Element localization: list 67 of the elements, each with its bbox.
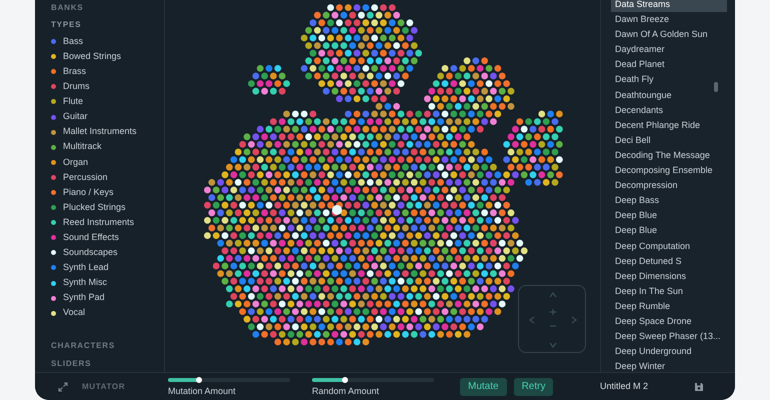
type-item[interactable]: Multitrack [63,140,102,154]
chevron-right-icon[interactable] [571,316,577,324]
type-item[interactable]: Guitar [63,110,88,124]
preset-item[interactable]: Decomposing Ensemble [611,163,727,178]
preset-item[interactable]: Deep Sweep Phaser (13... [611,329,727,344]
type-item[interactable]: Soundscapes [63,246,118,260]
type-item[interactable]: Flute [63,95,84,109]
preset-item[interactable]: Death Fly [611,72,727,88]
type-item[interactable]: Brass [63,64,86,78]
action-button[interactable]: Retry [514,378,554,396]
save-icon[interactable] [694,382,704,392]
preset-item[interactable]: Decompression [611,178,727,194]
preset-item[interactable]: Deci Bell [611,132,727,148]
preset-item[interactable]: Deep Rumble [611,298,727,314]
preset-item[interactable]: Deep Dimensions [611,268,727,284]
type-item[interactable]: Plucked Strings [63,200,126,214]
nav-pad[interactable] [518,285,586,353]
type-item[interactable]: Bowed Strings [63,50,122,64]
type-item[interactable]: Drums [63,80,90,94]
preset-item[interactable]: Daydreamer [611,42,727,58]
preset-item[interactable]: Deep Blue [611,223,727,238]
slider-fill[interactable] [168,378,198,382]
preset-item[interactable]: Deep Space Drone [611,314,727,330]
type-item[interactable]: Synth Lead [63,261,109,275]
preset-item[interactable]: Dead Planet [611,57,727,72]
section-header[interactable]: SLIDERS [51,356,164,371]
preset-item[interactable]: Data Streams [611,0,727,12]
preset-item[interactable]: Deep Detuned S [611,254,727,269]
section-header[interactable]: TYPES [51,18,164,32]
action-button[interactable]: Mutate [460,378,507,396]
type-item[interactable]: Synth Pad [63,291,105,305]
preset-item[interactable]: Decendants [611,102,727,118]
type-item[interactable]: Organ [63,156,88,170]
slider-fill[interactable] [312,378,345,382]
scrollbar-thumb[interactable] [714,82,718,92]
expand-icon[interactable] [58,382,68,392]
preset-name: Untitled M 2 [600,380,650,393]
preset-item[interactable]: Decoding The Message [611,148,727,164]
type-item[interactable]: Sound Effects [63,231,119,245]
preset-item[interactable]: Deep Blue [611,208,727,224]
chevron-left-icon[interactable] [529,316,535,324]
slider-track[interactable] [312,378,434,382]
preset-item[interactable]: Deep Computation [611,238,727,254]
type-item[interactable]: Synth Misc [63,276,108,290]
type-item[interactable]: Percussion [63,170,108,184]
type-item[interactable]: Bass [63,34,84,48]
slider-label: Mutation Amount [168,386,237,397]
type-item[interactable]: Mallet Instruments [63,125,137,139]
preset-item[interactable]: Deep Winter [611,359,727,374]
slider-track[interactable] [168,378,290,382]
slider-label: Random Amount [312,386,380,397]
preset-item[interactable]: Dawn Breeze [611,12,727,28]
preset-item[interactable]: Decent Phlange Ride [611,118,727,133]
zoom-in-icon[interactable] [549,308,557,316]
preset-item[interactable]: Deep Underground [611,344,727,360]
preset-item[interactable]: Deep In The Sun [611,284,727,299]
chevron-up-icon[interactable] [549,292,557,298]
type-item[interactable]: Vocal [63,306,86,320]
preset-item[interactable]: Deep Bass [611,193,727,208]
section-header[interactable]: CHARACTERS [51,338,164,353]
section-header[interactable]: BANKS [51,1,164,15]
panel-title: MUTATOR [82,380,126,392]
chevron-down-icon[interactable] [549,342,557,348]
type-item[interactable]: Piano / Keys [63,186,114,200]
type-item[interactable]: Reed Instruments [63,216,134,230]
preset-item[interactable]: Deathtoungue [611,88,727,103]
preset-item[interactable]: Dawn Of A Golden Sun [611,27,727,42]
